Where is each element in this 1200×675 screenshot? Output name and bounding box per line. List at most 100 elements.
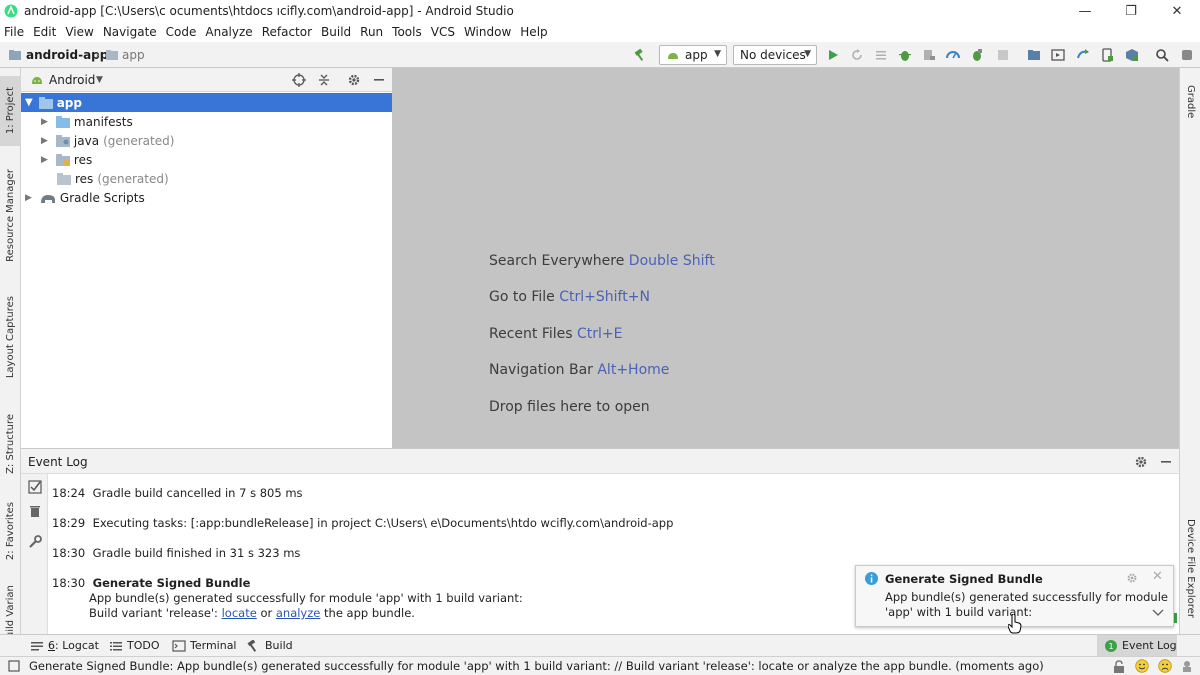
tree-item-app[interactable]: ▼ app: [21, 93, 392, 112]
expand-arrow-icon[interactable]: ▶: [41, 117, 48, 127]
run-anything-icon[interactable]: [1051, 48, 1065, 62]
device-select[interactable]: No devices ▼: [733, 45, 817, 65]
gradle-sync-icon[interactable]: [1076, 48, 1090, 62]
maximize-button[interactable]: ❐: [1108, 0, 1154, 22]
tab-project-label: 1: Project: [5, 87, 16, 135]
mark-all-read-icon[interactable]: [28, 480, 42, 494]
menu-analyze[interactable]: Analyze: [205, 25, 252, 39]
lock-icon[interactable]: [1113, 660, 1125, 673]
hint-shortcut: Double Shift: [628, 253, 715, 269]
locate-target-icon[interactable]: [292, 73, 306, 87]
menu-tools[interactable]: Tools: [392, 25, 422, 39]
sad-face-icon[interactable]: [1158, 659, 1172, 673]
menu-window[interactable]: Window: [464, 25, 511, 39]
tree-item-res-generated[interactable]: res (generated): [21, 169, 392, 188]
menu-help[interactable]: Help: [520, 25, 547, 39]
log-entry: 18:30 Generate Signed Bundle: [52, 576, 250, 590]
tab-build-variants[interactable]: Build Variants: [0, 586, 21, 634]
expand-arrow-icon[interactable]: ▼: [25, 97, 33, 108]
bug-report-icon[interactable]: [1180, 48, 1194, 62]
expand-arrow-icon[interactable]: ▶: [25, 193, 32, 203]
gear-icon[interactable]: [347, 73, 361, 87]
analyze-link[interactable]: analyze: [276, 606, 321, 620]
tree-item-res[interactable]: ▶ res: [21, 150, 392, 169]
profile-icon[interactable]: [946, 48, 960, 62]
tab-build[interactable]: Build: [247, 639, 293, 652]
svg-text:1: 1: [1108, 642, 1113, 651]
log-time: 18:24: [52, 486, 86, 500]
android-icon: [32, 77, 42, 84]
tab-structure-label: Z: Structure: [5, 413, 16, 474]
tab-structure[interactable]: Z: Structure: [0, 406, 21, 481]
close-icon[interactable]: ✕: [1152, 569, 1163, 584]
status-message[interactable]: Generate Signed Bundle: App bundle(s) ge…: [29, 659, 1044, 673]
gear-icon[interactable]: [1126, 572, 1138, 584]
avd-manager-icon[interactable]: [1100, 48, 1114, 62]
tree-item-java-generated[interactable]: ▶ java (generated): [21, 131, 392, 150]
tab-project[interactable]: 1: Project: [0, 76, 21, 146]
expand-arrow-icon[interactable]: ▶: [41, 136, 48, 146]
gear-icon[interactable]: [1134, 455, 1148, 469]
menu-edit[interactable]: Edit: [33, 25, 56, 39]
hammer-build-icon[interactable]: [633, 48, 647, 62]
close-button[interactable]: ✕: [1154, 0, 1200, 22]
menu-vcs[interactable]: VCS: [431, 25, 455, 39]
tab-resource-manager[interactable]: Resource Manager: [0, 163, 21, 268]
minimize-button[interactable]: —: [1062, 0, 1108, 22]
logcat-icon: [31, 641, 43, 650]
toggle-tool-windows-icon[interactable]: [8, 660, 20, 672]
minimize-icon[interactable]: [372, 73, 386, 87]
tree-item-gradle-scripts[interactable]: ▶ Gradle Scripts: [21, 188, 392, 207]
locate-link[interactable]: locate: [222, 606, 257, 620]
tab-gradle-label: Gradle: [1185, 84, 1196, 119]
tab-terminal-label: Terminal: [190, 639, 237, 652]
menu-build[interactable]: Build: [321, 25, 351, 39]
tree-item-manifests[interactable]: ▶ manifests: [21, 112, 392, 131]
debug-icon[interactable]: [898, 48, 912, 62]
tab-gradle[interactable]: Gradle: [1180, 74, 1200, 129]
sync-project-icon[interactable]: [1027, 48, 1041, 62]
tab-logcat[interactable]: 6: Logcat: [30, 639, 99, 652]
breadcrumb-module[interactable]: app: [122, 48, 145, 62]
notification-balloon[interactable]: Generate Signed Bundle ✕ App bundle(s) g…: [855, 565, 1174, 634]
menu-view[interactable]: View: [65, 25, 93, 39]
search-icon[interactable]: [1155, 48, 1169, 62]
tab-event-log[interactable]: 1 Event Log: [1097, 635, 1177, 656]
wrench-icon[interactable]: [28, 535, 42, 549]
project-view-mode[interactable]: Android: [49, 73, 95, 87]
tab-device-file-explorer[interactable]: Device File Explorer: [1180, 513, 1200, 623]
menu-navigate[interactable]: Navigate: [103, 25, 157, 39]
minimize-icon[interactable]: [1159, 455, 1173, 469]
sdk-manager-icon[interactable]: [1125, 48, 1139, 62]
happy-face-icon[interactable]: [1135, 659, 1149, 673]
attach-debugger-icon[interactable]: [922, 48, 936, 62]
log-or: or: [260, 606, 273, 620]
trash-icon[interactable]: [28, 504, 42, 518]
tab-layout-captures[interactable]: Layout Captures: [0, 290, 21, 385]
expand-arrow-icon[interactable]: ▶: [41, 155, 48, 165]
log-entry: 18:24 Gradle build cancelled in 7 s 805 …: [52, 486, 303, 500]
event-log-badge-icon: 1: [1105, 639, 1117, 652]
apply-code-changes-icon[interactable]: [874, 48, 888, 62]
log-time: 18:30: [52, 576, 86, 590]
apply-changes-icon[interactable]: [850, 48, 864, 62]
hector-inspector-icon[interactable]: [1181, 660, 1193, 672]
tab-todo[interactable]: TODO: [109, 639, 160, 652]
tree-item-label: Gradle Scripts: [59, 190, 145, 205]
menu-file[interactable]: File: [4, 25, 24, 39]
stop-icon[interactable]: [996, 48, 1010, 62]
menu-run[interactable]: Run: [360, 25, 383, 39]
collapse-all-icon[interactable]: [317, 73, 331, 87]
log-time: 18:30: [52, 546, 86, 560]
run-config-select[interactable]: app ▼: [659, 45, 727, 65]
tab-terminal[interactable]: Terminal: [172, 639, 237, 652]
tab-favorites[interactable]: 2: Favorites: [0, 496, 21, 566]
menu-code[interactable]: Code: [166, 25, 197, 39]
debug-attach-icon[interactable]: [970, 48, 984, 62]
chevron-down-icon[interactable]: ▼: [96, 75, 103, 85]
chevron-down-icon[interactable]: [1152, 609, 1164, 617]
menu-refactor[interactable]: Refactor: [262, 25, 312, 39]
run-icon[interactable]: [826, 48, 840, 62]
resources-folder-icon: [55, 153, 70, 166]
editor-empty-area[interactable]: Search Everywhere Double Shift Go to Fil…: [392, 68, 1179, 448]
